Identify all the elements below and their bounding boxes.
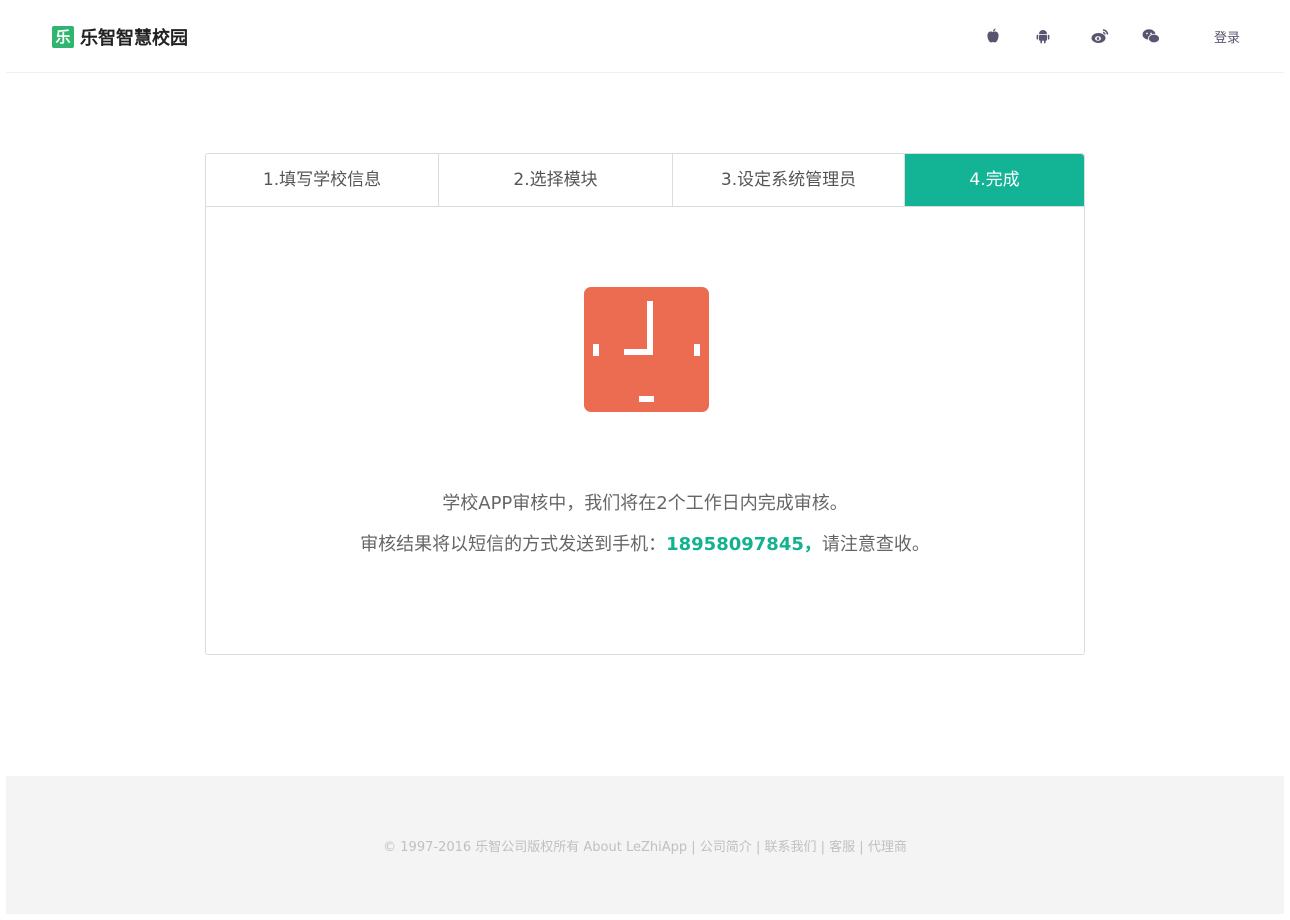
clock-hand-vertical	[647, 301, 653, 351]
sms-notice-suffix: 请注意查收。	[821, 534, 930, 555]
brand-logo: 乐	[52, 26, 74, 48]
step-1-tab[interactable]: 1.填写学校信息	[206, 154, 439, 206]
step-2-tab[interactable]: 2.选择模块	[439, 154, 673, 206]
footer: © 1997-2016 乐智公司版权所有 About LeZhiApp | 公司…	[6, 776, 1284, 914]
login-link[interactable]: 登录	[1214, 27, 1240, 46]
clock-tick-bottom	[639, 396, 654, 402]
clock-icon	[584, 287, 709, 412]
clock-tick-right	[694, 344, 700, 356]
page: 乐 乐智智慧校园 登录 1.填写学校信息 2.选择模块 3.设定系统管理员 4.…	[0, 0, 1290, 920]
footer-link-about[interactable]: 公司简介	[700, 840, 752, 855]
android-icon[interactable]	[1034, 27, 1052, 45]
step-tabs: 1.填写学校信息 2.选择模块 3.设定系统管理员 4.完成	[206, 154, 1084, 207]
sms-notice: 审核结果将以短信的方式发送到手机：18958097845，请注意查收。	[206, 530, 1084, 556]
registration-card: 1.填写学校信息 2.选择模块 3.设定系统管理员 4.完成 学校APP审核中，…	[205, 153, 1085, 655]
apple-icon[interactable]	[984, 27, 1002, 45]
phone-number: 18958097845，	[666, 534, 822, 555]
footer-text: © 1997-2016 乐智公司版权所有 About LeZhiApp | 公司…	[383, 840, 907, 855]
weibo-icon[interactable]	[1091, 27, 1109, 45]
copyright: © 1997-2016 乐智公司版权所有 About LeZhiApp	[383, 840, 688, 855]
footer-link-contact[interactable]: 联系我们	[764, 840, 816, 855]
brand-name: 乐智智慧校园	[80, 28, 188, 49]
sms-notice-prefix: 审核结果将以短信的方式发送到手机：	[360, 534, 667, 555]
brand[interactable]: 乐 乐智智慧校园	[52, 26, 188, 49]
step-3-tab[interactable]: 3.设定系统管理员	[673, 154, 905, 206]
status-message: 学校APP审核中，我们将在2个工作日内完成审核。	[442, 493, 848, 514]
clock-tick-left	[593, 344, 599, 356]
wechat-icon[interactable]	[1142, 27, 1160, 45]
footer-link-agent[interactable]: 代理商	[868, 840, 907, 855]
top-header: 乐 乐智智慧校园 登录	[6, 0, 1284, 73]
step-4-tab[interactable]: 4.完成	[905, 154, 1084, 206]
footer-link-support[interactable]: 客服	[829, 840, 855, 855]
clock-hand-horizontal	[624, 349, 653, 355]
